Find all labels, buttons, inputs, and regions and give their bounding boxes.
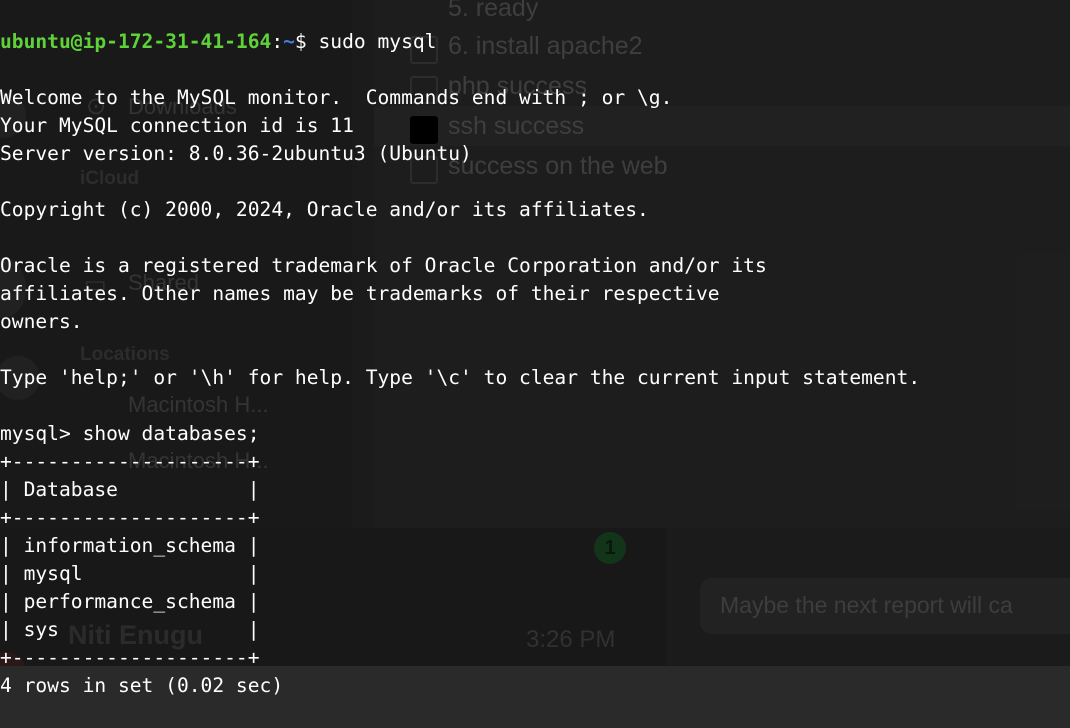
terminal-window[interactable]: ubuntu@ip-172-31-41-164:~$ sudo mysql We… xyxy=(0,0,1070,697)
terminal-output-line: Type 'help;' or '\h' for help. Type '\c'… xyxy=(0,366,921,389)
terminal-command: sudo mysql xyxy=(318,30,437,53)
terminal-output-line: Copyright (c) 2000, 2024, Oracle and/or … xyxy=(0,198,649,221)
prompt-symbol: $ xyxy=(294,30,319,53)
terminal-output-line: +--------------------+ xyxy=(0,506,260,529)
prompt-colon: : xyxy=(271,30,284,53)
terminal-output-line xyxy=(0,336,1070,364)
terminal-output-line: Your MySQL connection id is 11 xyxy=(0,114,354,137)
terminal-output-line xyxy=(0,392,1070,420)
terminal-output-line xyxy=(0,224,1070,252)
terminal-output-line: 4 rows in set (0.02 sec) xyxy=(0,674,284,697)
terminal-output-line: Oracle is a registered trademark of Orac… xyxy=(0,254,767,277)
terminal-output-line xyxy=(0,168,1070,196)
terminal-output-line: Welcome to the MySQL monitor. Commands e… xyxy=(0,86,673,109)
terminal-output-line: affiliates. Other names may be trademark… xyxy=(0,282,720,305)
terminal-output-line: | information_schema | xyxy=(0,534,260,557)
prompt-path: ~ xyxy=(283,30,295,53)
terminal-output-line: | mysql | xyxy=(0,562,260,585)
terminal-output-line: mysql> show databases; xyxy=(0,422,260,445)
terminal-prompt-line: ubuntu@ip-172-31-41-164:~$ sudo mysql xyxy=(0,28,1070,56)
terminal-output-line: +--------------------+ xyxy=(0,450,260,473)
terminal-output-line: | sys | xyxy=(0,618,260,641)
terminal-output-line: owners. xyxy=(0,310,83,333)
prompt-user-host: ubuntu@ip-172-31-41-164 xyxy=(0,30,272,53)
terminal-output-line: | performance_schema | xyxy=(0,590,260,613)
terminal-output-line: | Database | xyxy=(0,478,260,501)
terminal-output-line: Server version: 8.0.36-2ubuntu3 (Ubuntu) xyxy=(0,142,472,165)
terminal-output-line: +--------------------+ xyxy=(0,646,260,669)
terminal-output: Welcome to the MySQL monitor. Commands e… xyxy=(0,84,1070,700)
